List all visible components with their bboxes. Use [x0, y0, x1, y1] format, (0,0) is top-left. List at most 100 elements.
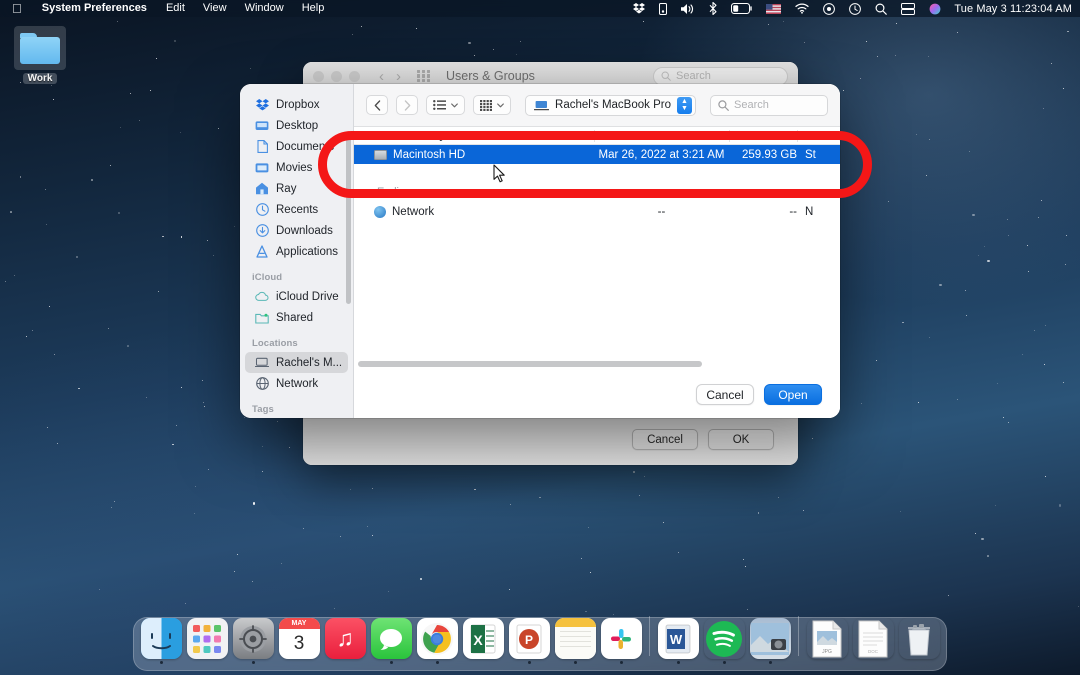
sidebar-item-desktop[interactable]: Desktop [245, 115, 348, 136]
prefs-forward-icon[interactable]: › [396, 68, 401, 85]
dock-item-launchpad[interactable] [186, 618, 228, 664]
list-view-icon [433, 100, 446, 110]
sidebar-item-documents[interactable]: Documents [245, 136, 348, 157]
sidebar-label: Ray [276, 183, 296, 195]
finder-open-dialog[interactable]: Dropbox Desktop Documents Movies [240, 84, 840, 418]
running-indicator [769, 661, 772, 664]
dock-item-microsoft-excel[interactable]: X [462, 618, 504, 664]
menu-item-view[interactable]: View [194, 0, 236, 17]
sidebar-item-network[interactable]: Network [245, 373, 348, 394]
dock-item-jpg-file[interactable]: JPG [806, 618, 848, 664]
sidebar-label: Documents [276, 141, 334, 153]
sidebar-item-icloud-drive[interactable]: iCloud Drive [245, 286, 348, 307]
column-header-row: Previous 30 Days ^ Date Modified Size Ki [354, 127, 840, 145]
sidebar-item-applications[interactable]: Applications [245, 241, 348, 262]
dropbox-icon[interactable] [626, 3, 652, 14]
menu-item-help[interactable]: Help [293, 0, 334, 17]
siri-icon[interactable] [922, 3, 948, 15]
device-icon[interactable] [652, 3, 674, 15]
running-indicator [620, 661, 623, 664]
menu-bar-clock[interactable]: Tue May 3 11:23:04 AM [948, 3, 1072, 15]
desktop-icon-work[interactable]: Work [12, 26, 68, 84]
dock-item-google-chrome[interactable] [416, 618, 458, 664]
dock-item-messages[interactable] [370, 618, 412, 664]
open-button[interactable]: Open [764, 384, 822, 405]
file-date-cell: Mar 26, 2022 at 3:21 AM [594, 149, 729, 161]
display-icon[interactable] [894, 3, 922, 15]
battery-icon[interactable] [724, 3, 759, 14]
view-mode-list-button[interactable] [426, 95, 465, 115]
finder-sidebar: Dropbox Desktop Documents Movies [240, 84, 354, 418]
table-row[interactable]: Network -- -- N [354, 202, 840, 221]
dock-item-notes[interactable] [554, 618, 596, 664]
prefs-back-icon[interactable]: ‹ [379, 68, 384, 85]
dock-item-microsoft-powerpoint[interactable]: P [508, 618, 550, 664]
sidebar-item-dropbox[interactable]: Dropbox [245, 94, 348, 115]
sidebar-label: Network [276, 378, 318, 390]
column-header-date-modified[interactable]: Date Modified [594, 130, 729, 142]
dock-item-trash[interactable] [898, 618, 940, 664]
maximize-button[interactable] [349, 71, 360, 82]
prefs-search-field[interactable]: Search [653, 67, 788, 86]
running-indicator [826, 661, 829, 664]
dock-item-spotify[interactable] [703, 618, 745, 664]
column-header-kind[interactable]: Ki [797, 130, 840, 142]
volume-icon[interactable] [674, 3, 702, 15]
time-machine-icon[interactable] [842, 3, 868, 15]
spotlight-search-icon[interactable] [868, 3, 894, 15]
laptop-icon [534, 100, 549, 111]
file-list[interactable]: Macintosh HD Mar 26, 2022 at 3:21 AM 259… [354, 145, 840, 357]
sidebar-item-recents[interactable]: Recents [245, 199, 348, 220]
minimize-button[interactable] [331, 71, 342, 82]
sidebar-label: Desktop [276, 120, 318, 132]
column-header-size[interactable]: Size [729, 130, 797, 142]
prefs-cancel-button[interactable]: Cancel [632, 429, 698, 450]
apple-logo-icon[interactable]:  [0, 0, 32, 17]
dock-item-system-preferences[interactable] [232, 618, 274, 664]
sidebar-item-shared[interactable]: Shared [245, 307, 348, 328]
sidebar-item-rachels-macbook-pro[interactable]: Rachel's M... [245, 352, 348, 373]
table-row[interactable]: Macintosh HD Mar 26, 2022 at 3:21 AM 259… [354, 145, 840, 164]
prefs-ok-button[interactable]: OK [708, 429, 774, 450]
prefs-nav: ‹ › [379, 68, 401, 85]
file-size-cell: -- [729, 206, 797, 218]
back-button[interactable] [366, 95, 388, 115]
laptop-icon [255, 356, 269, 370]
sidebar-item-downloads[interactable]: Downloads [245, 220, 348, 241]
dock-item-calendar[interactable]: MAY 3 [278, 618, 320, 664]
dock-item-finder[interactable] [140, 618, 182, 664]
cancel-button[interactable]: Cancel [696, 384, 754, 405]
downloads-icon [255, 224, 269, 238]
running-indicator [436, 661, 439, 664]
bluetooth-icon[interactable] [702, 2, 724, 15]
close-button[interactable] [313, 71, 324, 82]
svg-text:W: W [670, 632, 683, 647]
sidebar-section-icloud: iCloud [240, 262, 353, 286]
menu-item-system-preferences[interactable]: System Preferences [32, 0, 157, 17]
sidebar-scrollbar[interactable] [346, 134, 351, 304]
finder-search-placeholder: Search [734, 99, 769, 111]
stepper-icon[interactable]: ▲▼ [677, 97, 692, 114]
finder-search-field[interactable]: Search [710, 95, 828, 116]
dock-item-music[interactable]: ♫ [324, 618, 366, 664]
location-popup-button[interactable]: Rachel's MacBook Pro ▲▼ [525, 95, 696, 116]
column-header-name[interactable]: Previous 30 Days ^ [354, 130, 594, 142]
dock-item-document-file[interactable]: DOC [852, 618, 894, 664]
column-header-name-label: Previous 30 Days [364, 130, 451, 142]
horizontal-scrollbar-track[interactable] [358, 361, 836, 367]
horizontal-scrollbar-thumb[interactable] [358, 361, 702, 367]
control-center-icon[interactable] [816, 3, 842, 15]
dock-item-image-capture[interactable] [749, 618, 791, 664]
sidebar-item-movies[interactable]: Movies [245, 157, 348, 178]
menu-item-edit[interactable]: Edit [157, 0, 194, 17]
input-source-flag-icon[interactable] [759, 4, 788, 14]
menu-item-window[interactable]: Window [236, 0, 293, 17]
wifi-icon[interactable] [788, 3, 816, 14]
dock-item-slack[interactable] [600, 618, 642, 664]
dock-item-microsoft-word[interactable]: W [657, 618, 699, 664]
sidebar-item-ray[interactable]: Ray [245, 178, 348, 199]
show-all-grid-icon[interactable] [417, 70, 430, 83]
forward-button[interactable] [396, 95, 418, 115]
view-mode-group-button[interactable] [473, 95, 511, 115]
horizontal-scrollbar-area[interactable] [354, 357, 840, 371]
